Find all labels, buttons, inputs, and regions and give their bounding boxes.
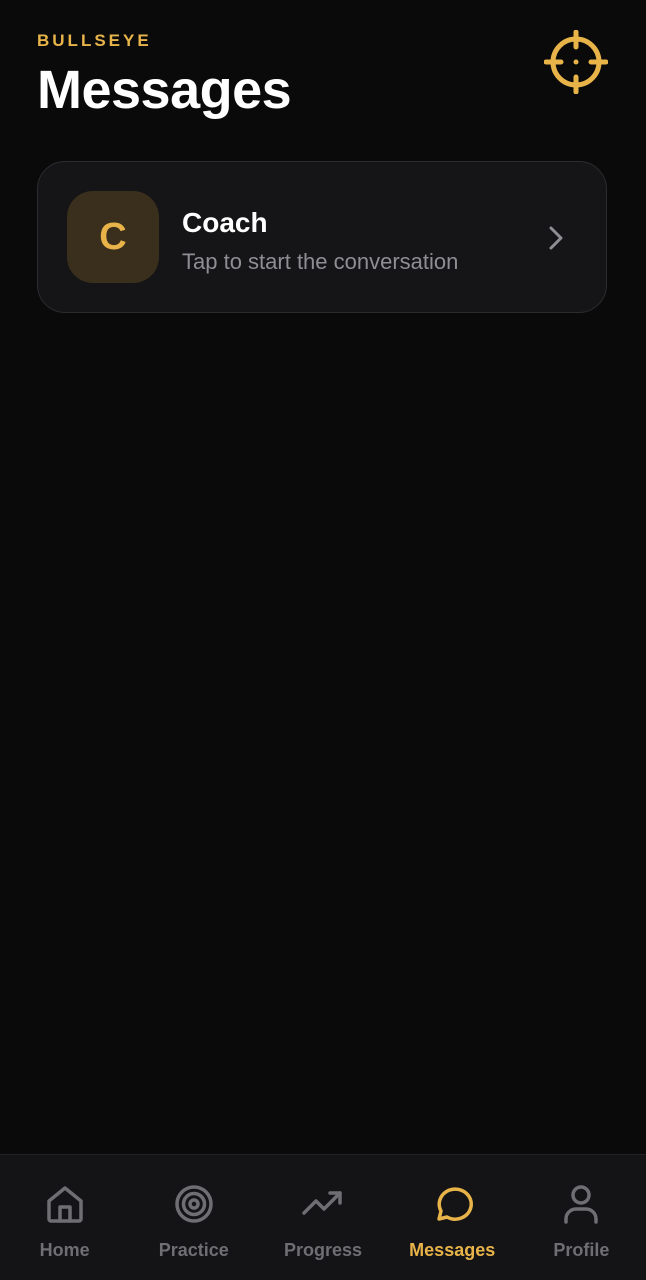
brand-label: BULLSEYE — [37, 31, 152, 50]
crosshair-icon[interactable] — [544, 30, 608, 94]
avatar: C — [67, 191, 159, 283]
tab-profile[interactable]: Profile — [517, 1155, 646, 1280]
home-icon — [46, 1186, 83, 1223]
tab-label: Home — [39, 1240, 90, 1260]
chevron-right-icon — [549, 226, 563, 250]
tab-label: Progress — [283, 1240, 363, 1260]
header: BULLSEYE Messages — [37, 30, 609, 122]
target-icon — [175, 1185, 213, 1223]
tab-label: Practice — [158, 1240, 229, 1260]
tab-label: Messages — [409, 1240, 496, 1260]
messages-screen: BULLSEYE Messages C Coach Tap to start t… — [0, 0, 646, 1280]
thread-preview: Tap to start the conversation — [182, 249, 459, 274]
chat-bubble-icon — [437, 1187, 474, 1221]
user-icon — [564, 1185, 599, 1224]
tab-home[interactable]: Home — [0, 1155, 129, 1280]
thread-name: Coach — [182, 207, 268, 238]
page-title: Messages — [37, 60, 292, 120]
tab-practice[interactable]: Practice — [129, 1155, 258, 1280]
tab-label: Profile — [553, 1240, 610, 1260]
thread-text: Coach Tap to start the conversation — [182, 206, 458, 276]
tab-messages[interactable]: Messages — [388, 1155, 517, 1280]
trending-up-icon — [302, 1191, 342, 1215]
thread-item-coach[interactable]: C Coach Tap to start the conversation — [37, 161, 607, 313]
avatar-letter: C — [99, 215, 127, 258]
tab-progress[interactable]: Progress — [258, 1155, 387, 1280]
bottom-tab-bar: Home Practice Progress Messages Profile — [0, 1154, 646, 1280]
